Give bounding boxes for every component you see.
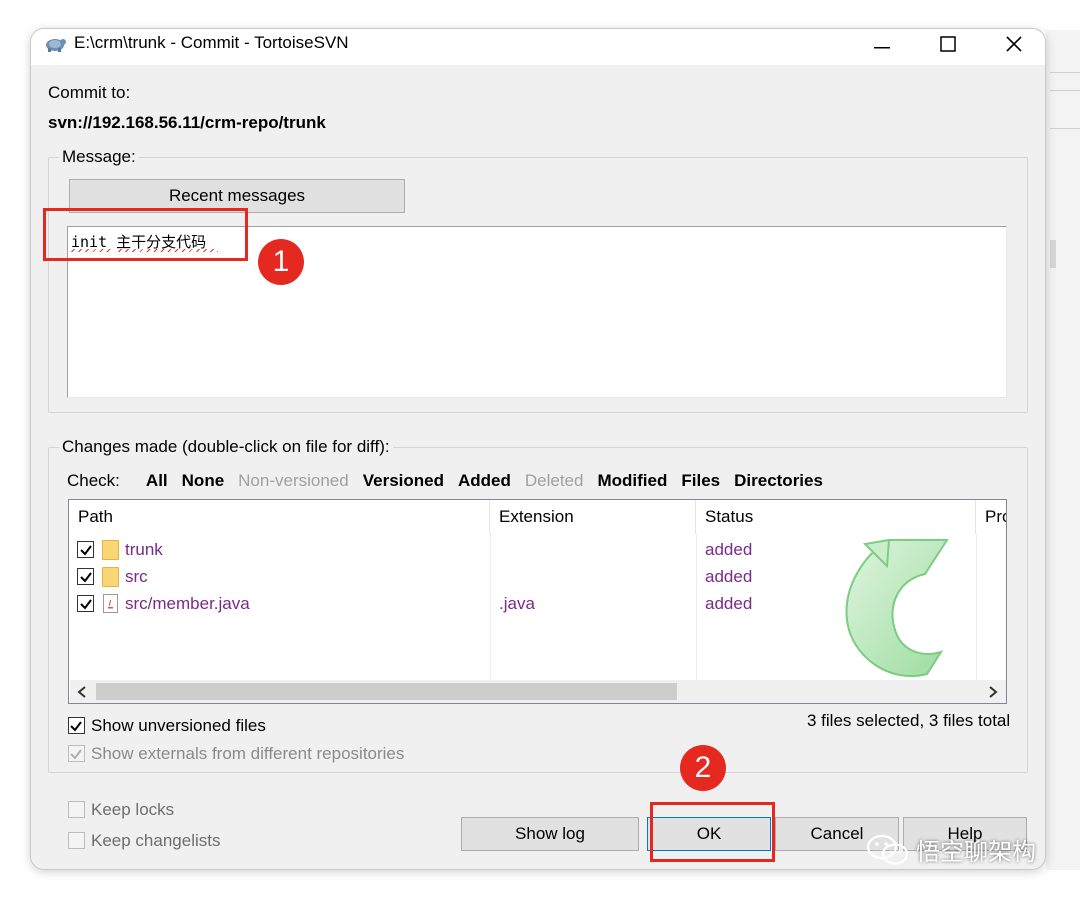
maximize-icon [940,36,956,52]
checkmark-icon [80,545,92,556]
keep-locks-label: Keep locks [91,800,175,819]
filter-files-link[interactable]: Files [681,471,720,491]
show-externals-label: Show externals from different repositori… [91,744,405,763]
filter-directories-link[interactable]: Directories [734,471,823,491]
minimize-button[interactable] [849,29,915,59]
column-header-extension[interactable]: Extension [490,500,696,534]
highlight-box-ok [650,802,775,862]
java-file-icon [103,594,118,613]
commit-dialog: E:\crm\trunk - Commit - TortoiseSVN Comm… [30,28,1046,870]
row-path: src/member.java [125,594,250,613]
show-log-button[interactable]: Show log [461,817,639,851]
changes-list: Path Extension Status Pro trunk ad [68,499,1007,704]
watermark-text: 悟空聊架构 [916,839,1036,866]
filter-all-link[interactable]: All [146,471,168,491]
column-header-properties[interactable]: Pro [976,500,1006,534]
column-header-status[interactable]: Status [696,500,976,534]
checkmark-icon [70,721,82,732]
scroll-right-icon[interactable] [988,686,998,698]
show-unversioned-checkbox[interactable] [68,717,85,734]
row-path: src [125,567,148,586]
filter-modified-link[interactable]: Modified [597,471,667,491]
step-badge: 2 [680,745,726,791]
table-row[interactable]: src added [69,564,1006,591]
table-row[interactable]: trunk added [69,537,1006,564]
commit-url: svn://192.168.56.11/crm-repo/trunk [48,113,326,132]
folder-icon [102,540,119,560]
step-badge: 1 [258,239,304,285]
close-icon [1006,36,1022,52]
keep-changelists-label: Keep changelists [91,831,221,850]
checkmark-icon [80,599,92,610]
changes-group-label: Changes made (double-click on file for d… [59,437,393,457]
row-checkbox[interactable] [77,595,94,612]
check-filter-bar: Check: All None Non-versioned Versioned … [67,471,837,491]
maximize-button[interactable] [915,29,981,59]
filter-added-link[interactable]: Added [458,471,511,491]
close-button[interactable] [981,29,1045,59]
row-status: added [705,567,753,586]
column-header-path[interactable]: Path [69,500,490,534]
filter-none-link[interactable]: None [182,471,225,491]
show-unversioned-label: Show unversioned files [91,716,266,735]
row-checkbox[interactable] [77,568,94,585]
background-window-edge [1046,30,1080,870]
checkmark-icon [70,749,82,760]
scrollbar-thumb[interactable] [96,683,677,700]
row-status: added [705,540,753,559]
filter-deleted-link: Deleted [524,471,584,490]
row-status: added [705,594,753,613]
message-group-label: Message: [59,147,139,167]
watermark: 悟空聊架构 [866,832,1036,867]
scroll-left-icon[interactable] [77,686,87,698]
checkmark-icon [80,572,92,583]
commit-to-label: Commit to: [48,83,131,102]
highlight-box-message [43,208,248,261]
window-title: E:\crm\trunk - Commit - TortoiseSVN [74,33,349,52]
minimize-icon [874,47,890,49]
title-bar: E:\crm\trunk - Commit - TortoiseSVN [31,29,1045,65]
keep-changelists-checkbox[interactable] [68,832,85,849]
row-extension: .java [499,594,535,613]
files-summary: 3 files selected, 3 files total [807,711,1011,730]
row-checkbox[interactable] [77,541,94,558]
tortoisesvn-icon [46,39,66,52]
wechat-icon [866,834,909,865]
show-externals-checkbox [68,745,85,762]
filter-nonversioned-link: Non-versioned [238,471,349,490]
horizontal-scrollbar[interactable] [70,680,1006,703]
keep-locks-checkbox[interactable] [68,801,85,818]
folder-icon [102,567,119,587]
table-row[interactable]: src/member.java .java added [69,591,1006,618]
filter-versioned-link[interactable]: Versioned [363,471,444,491]
check-label: Check: [67,471,120,490]
row-path: trunk [125,540,163,559]
